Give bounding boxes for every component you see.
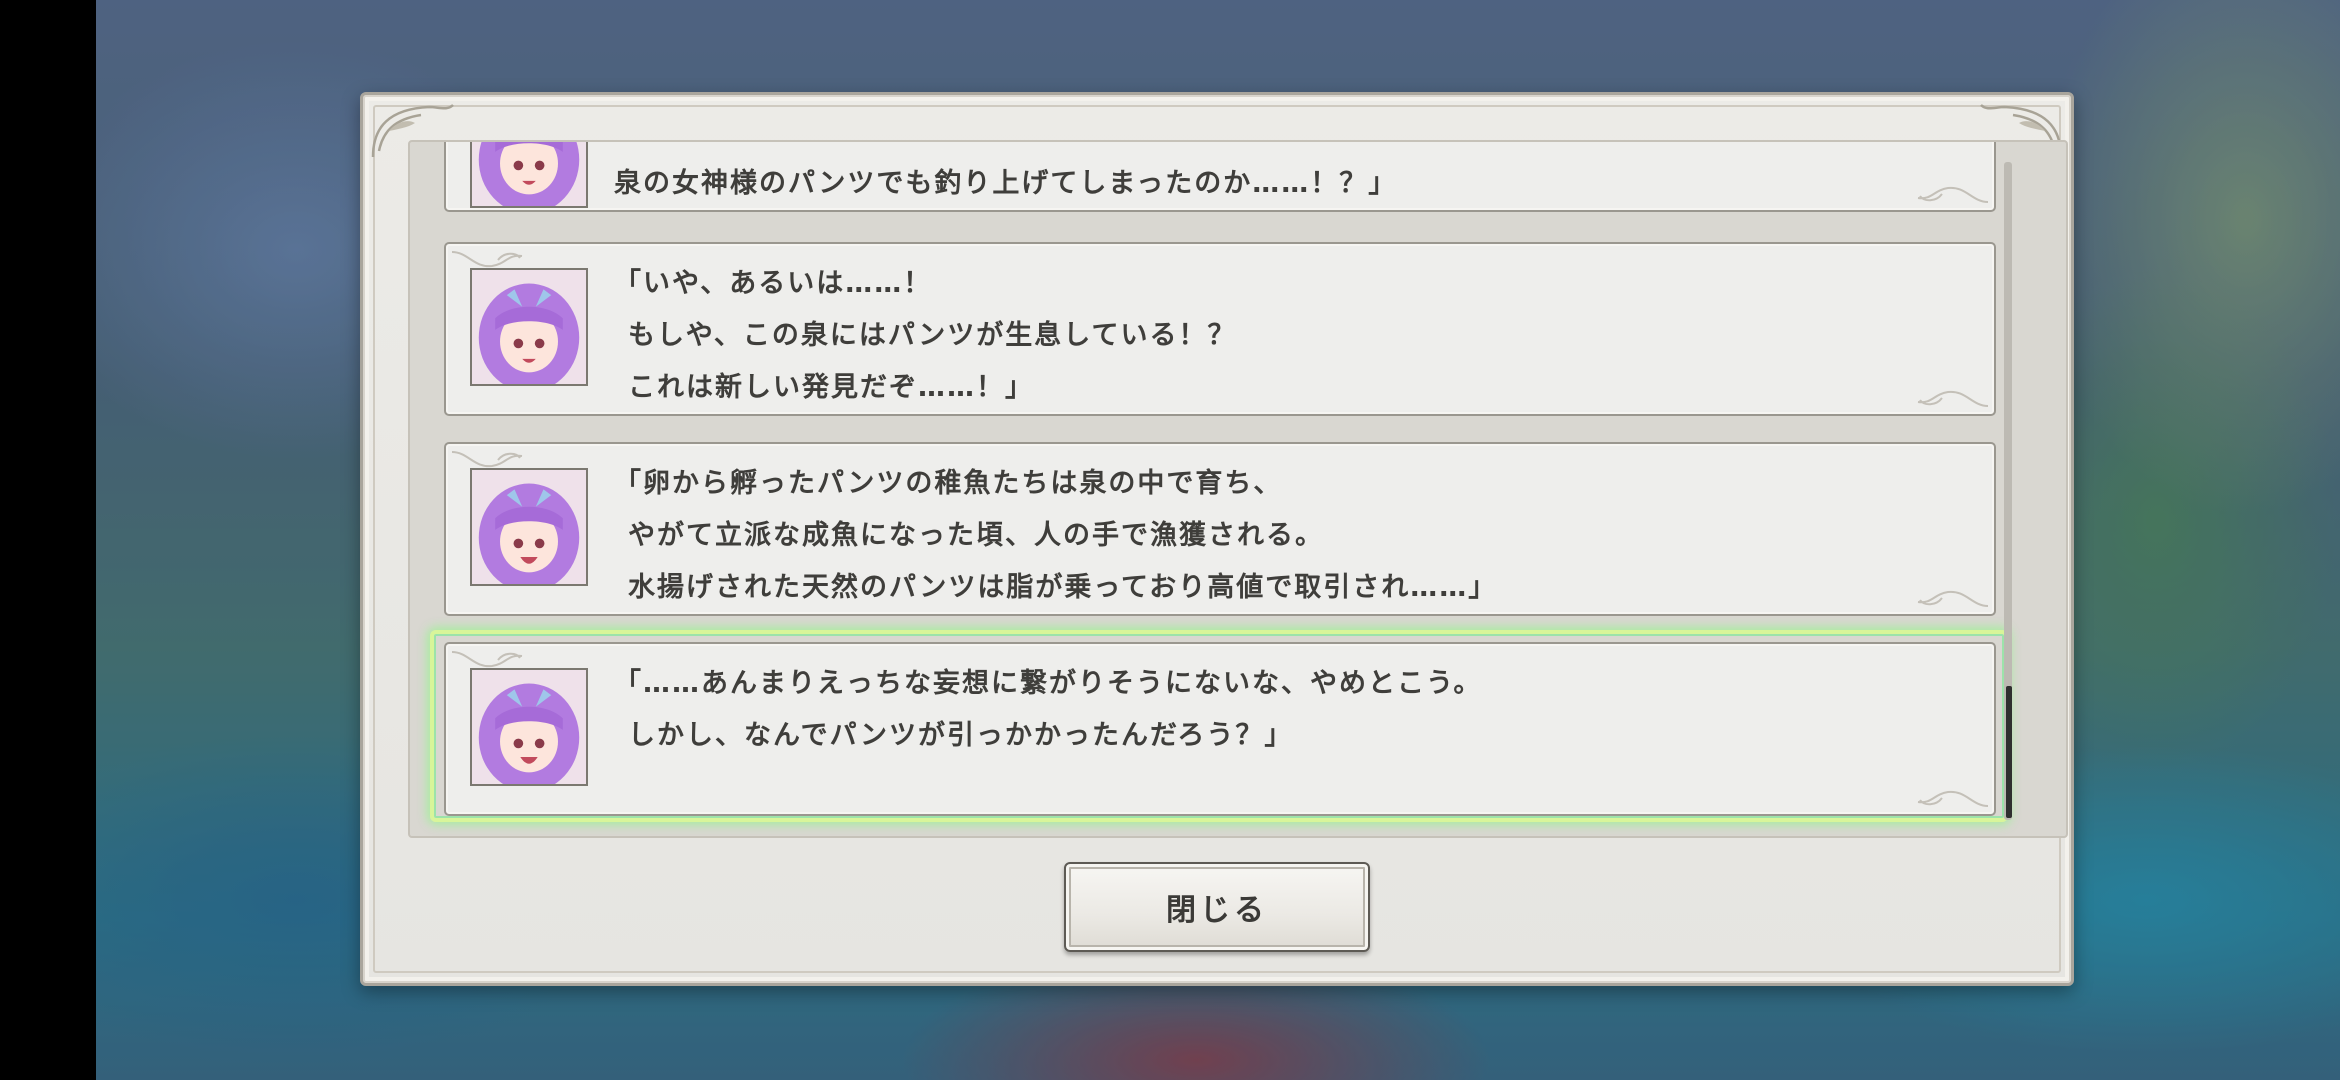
dialogue-line: もしや、この泉にはパンツが生息している！？ [628, 320, 1237, 351]
dialogue-line: しかし、なんでパンツが引っかかったんだろう？」 [628, 720, 1294, 751]
log-entry: 泉の女神様のパンツでも釣り上げてしまったのか……！？」 [444, 142, 1996, 212]
screen-inset-bar [0, 0, 96, 1080]
character-portrait [470, 668, 588, 786]
dialogue-line: これは新しい発見だぞ……！」 [628, 372, 1034, 403]
scrollbar-thumb[interactable] [2006, 686, 2012, 818]
close-button[interactable]: 閉じる [1064, 862, 1370, 952]
flourish-icon [1908, 784, 1992, 812]
character-portrait [470, 142, 588, 208]
log-entry: 「卵から孵ったパンツの稚魚たちは泉の中で育ち、 やがて立派な成魚になった頃、人の… [444, 442, 1996, 616]
dialogue-line: 「卵から孵ったパンツの稚魚たちは泉の中で育ち、 [614, 468, 1283, 499]
dialogue-line: やがて立派な成魚になった頃、人の手で漁獲される。 [628, 520, 1324, 551]
dialogue-line: 泉の女神様のパンツでも釣り上げてしまったのか……！？」 [614, 168, 1398, 199]
dialogue-line: 「いや、あるいは……！ [614, 268, 933, 299]
log-entry-selected: 「……あんまりえっちな妄想に繋がりそうにないな、やめとこう。 しかし、なんでパン… [444, 642, 1996, 816]
character-portrait [470, 268, 588, 386]
character-portrait [470, 468, 588, 586]
close-button-label: 閉じる [1166, 893, 1268, 928]
game-screen: 泉の女神様のパンツでも釣り上げてしまったのか……！？」 「いや、あるいは……！ … [0, 0, 2340, 1080]
dialogue-line: 「……あんまりえっちな妄想に繋がりそうにないな、やめとこう。 [614, 668, 1483, 699]
log-scroll-area[interactable]: 泉の女神様のパンツでも釣り上げてしまったのか……！？」 「いや、あるいは……！ … [408, 140, 2068, 838]
dialogue-line: 水揚げされた天然のパンツは脂が乗っており高値で取引され……」 [628, 572, 1498, 603]
log-entry: 「いや、あるいは……！ もしや、この泉にはパンツが生息している！？ これは新しい… [444, 242, 1996, 416]
